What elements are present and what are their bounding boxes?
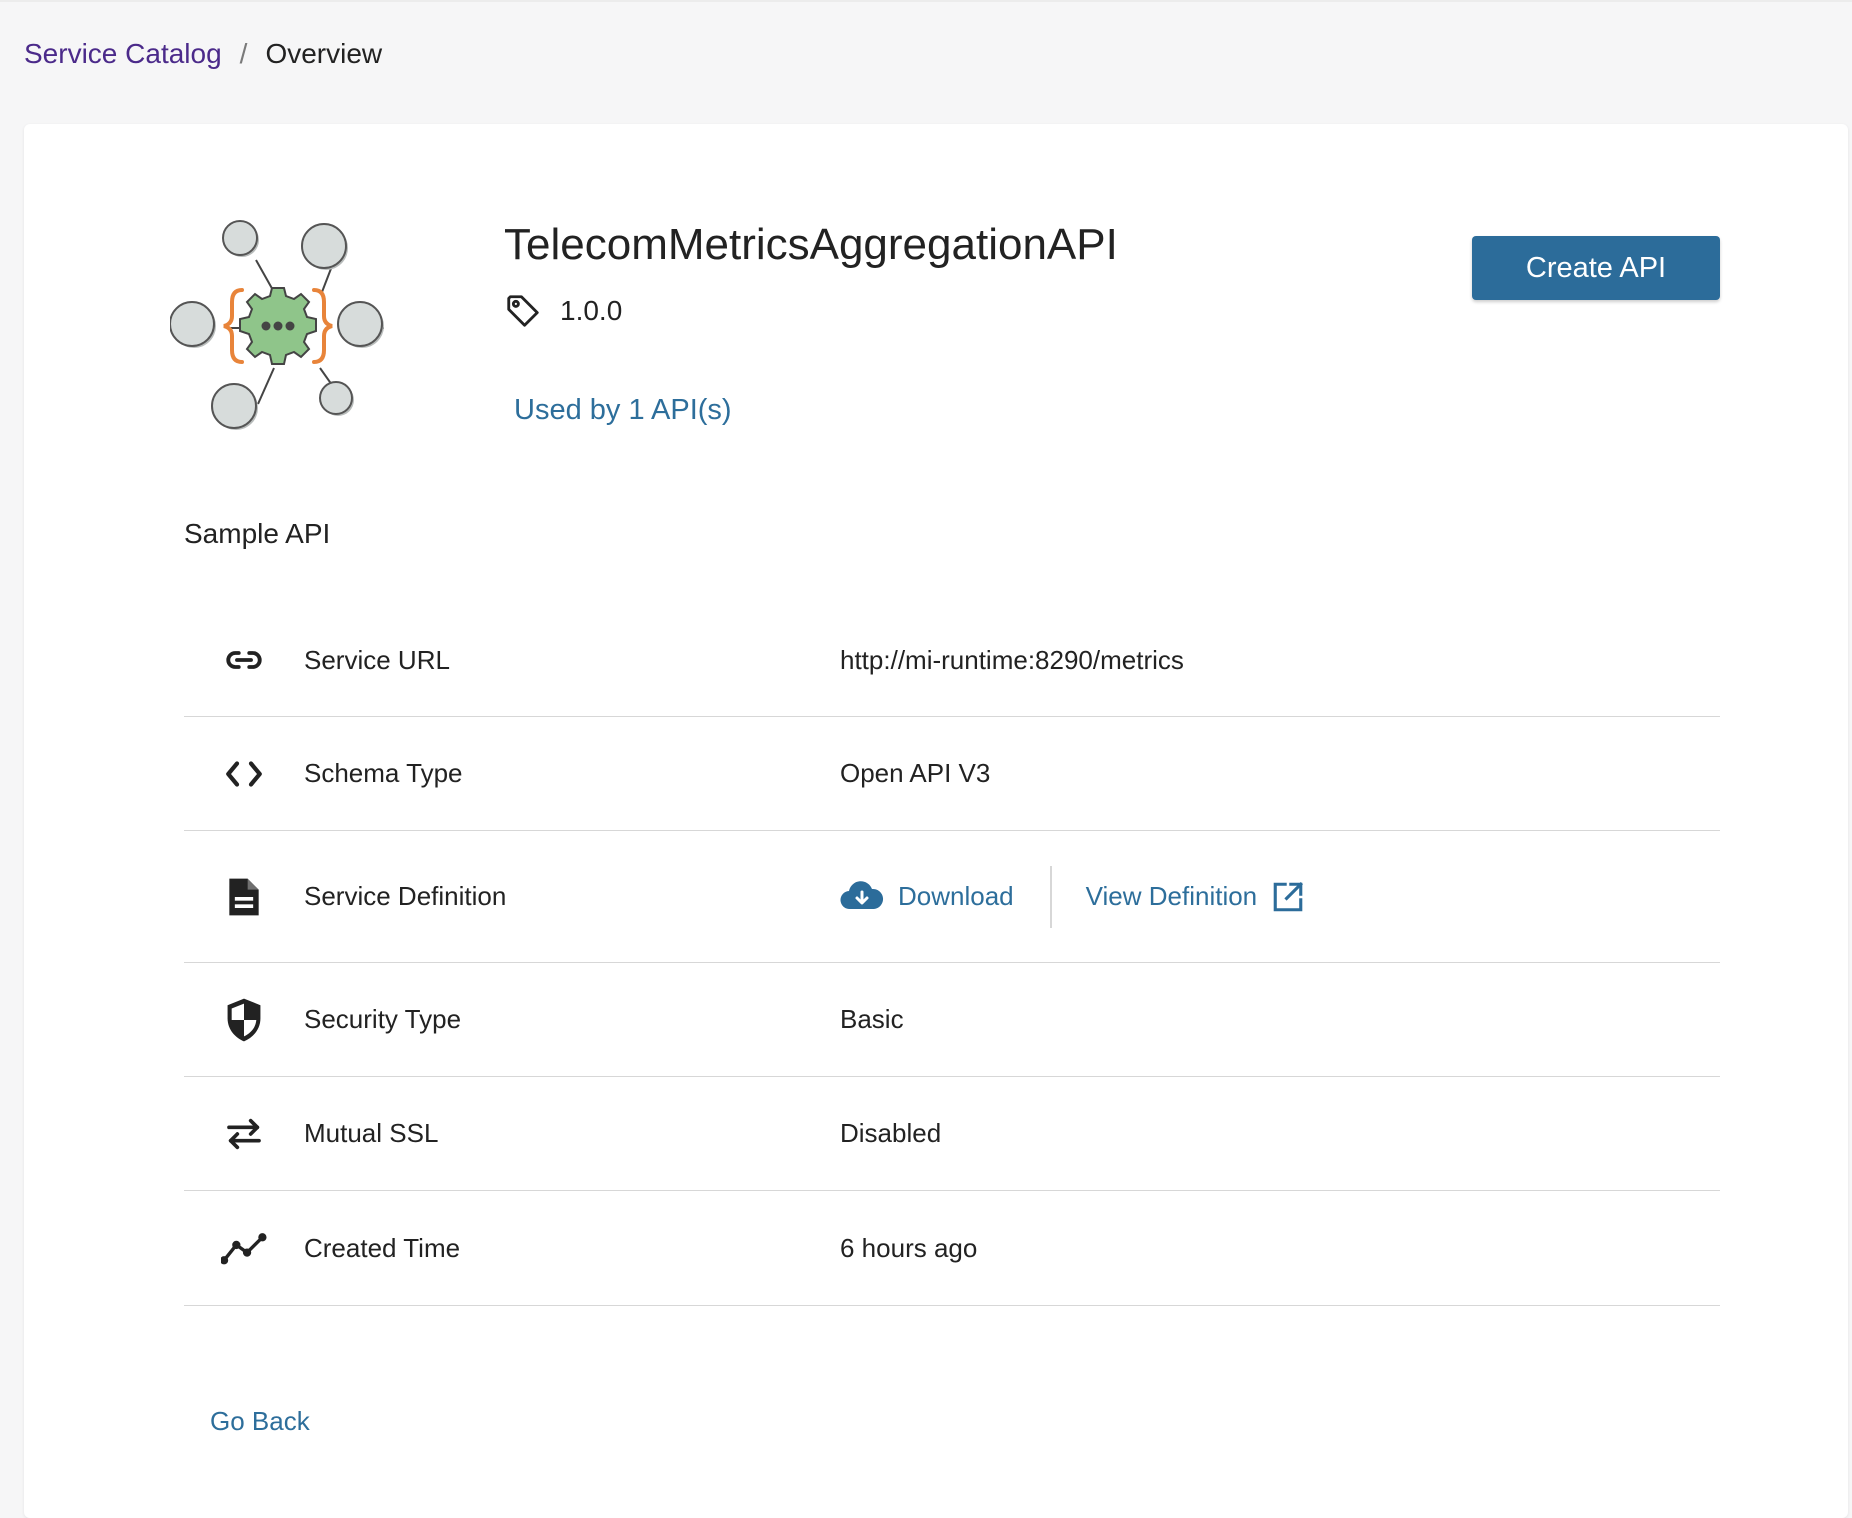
- shield-icon: [216, 992, 272, 1048]
- schema-type-value: Open API V3: [840, 758, 991, 788]
- breadcrumb-current: Overview: [265, 38, 383, 69]
- property-row-created-time: Created Time 6 hours ago: [184, 1191, 1720, 1306]
- service-overview-card: TelecomMetricsAggregationAPI 1.0.0 Used …: [24, 124, 1848, 1518]
- code-icon: [216, 746, 272, 802]
- service-description: Sample API: [184, 518, 331, 549]
- property-row-service-definition: Service Definition Download View Definit…: [184, 831, 1720, 963]
- used-by-apis-link[interactable]: Used by 1 API(s): [514, 394, 732, 427]
- property-row-security-type: Security Type Basic: [184, 963, 1720, 1077]
- tag-icon: [507, 295, 539, 327]
- property-row-schema-type: Schema Type Open API V3: [184, 717, 1720, 831]
- breadcrumb-separator: /: [239, 38, 248, 69]
- created-time-value: 6 hours ago: [840, 1232, 978, 1263]
- breadcrumb-service-catalog-link[interactable]: Service Catalog: [24, 38, 222, 70]
- breadcrumb: Service Catalog / Overview: [24, 38, 382, 70]
- top-border: [0, 0, 1852, 2]
- service-url-value: http://mi-runtime:8290/metrics: [840, 644, 1184, 675]
- trend-line-icon: [216, 1220, 272, 1276]
- version-row: 1.0.0: [504, 292, 622, 330]
- document-icon: [216, 869, 272, 925]
- link-icon: [216, 632, 272, 688]
- view-definition-label: View Definition: [1085, 881, 1258, 911]
- download-label: Download: [898, 881, 1014, 911]
- definition-actions: Download View Definition: [840, 865, 1306, 928]
- view-definition-link[interactable]: View Definition: [1086, 880, 1306, 914]
- property-label: Created Time: [304, 1232, 461, 1263]
- property-label: Schema Type: [304, 758, 463, 788]
- property-label: Mutual SSL: [304, 1118, 439, 1148]
- mutual-ssl-value: Disabled: [840, 1118, 942, 1148]
- action-divider: [1049, 865, 1052, 928]
- property-label: Security Type: [304, 1004, 462, 1034]
- property-label: Service Definition: [304, 881, 507, 911]
- security-type-value: Basic: [840, 1004, 904, 1034]
- property-row-mutual-ssl: Mutual SSL Disabled: [184, 1077, 1720, 1191]
- swap-arrows-icon: [216, 1106, 272, 1162]
- property-label: Service URL: [304, 644, 450, 675]
- external-link-icon: [1273, 881, 1304, 911]
- cloud-download-icon: [840, 880, 884, 909]
- create-api-button[interactable]: Create API: [1472, 236, 1720, 300]
- service-logo-icon: [170, 220, 384, 430]
- service-title: TelecomMetricsAggregationAPI: [504, 220, 1118, 269]
- service-properties: Service URL http://mi-runtime:8290/metri…: [184, 604, 1720, 1306]
- service-version: 1.0.0: [560, 295, 623, 326]
- download-definition-link[interactable]: Download: [840, 880, 1014, 913]
- property-row-service-url: Service URL http://mi-runtime:8290/metri…: [184, 604, 1720, 717]
- go-back-link[interactable]: Go Back: [210, 1406, 310, 1437]
